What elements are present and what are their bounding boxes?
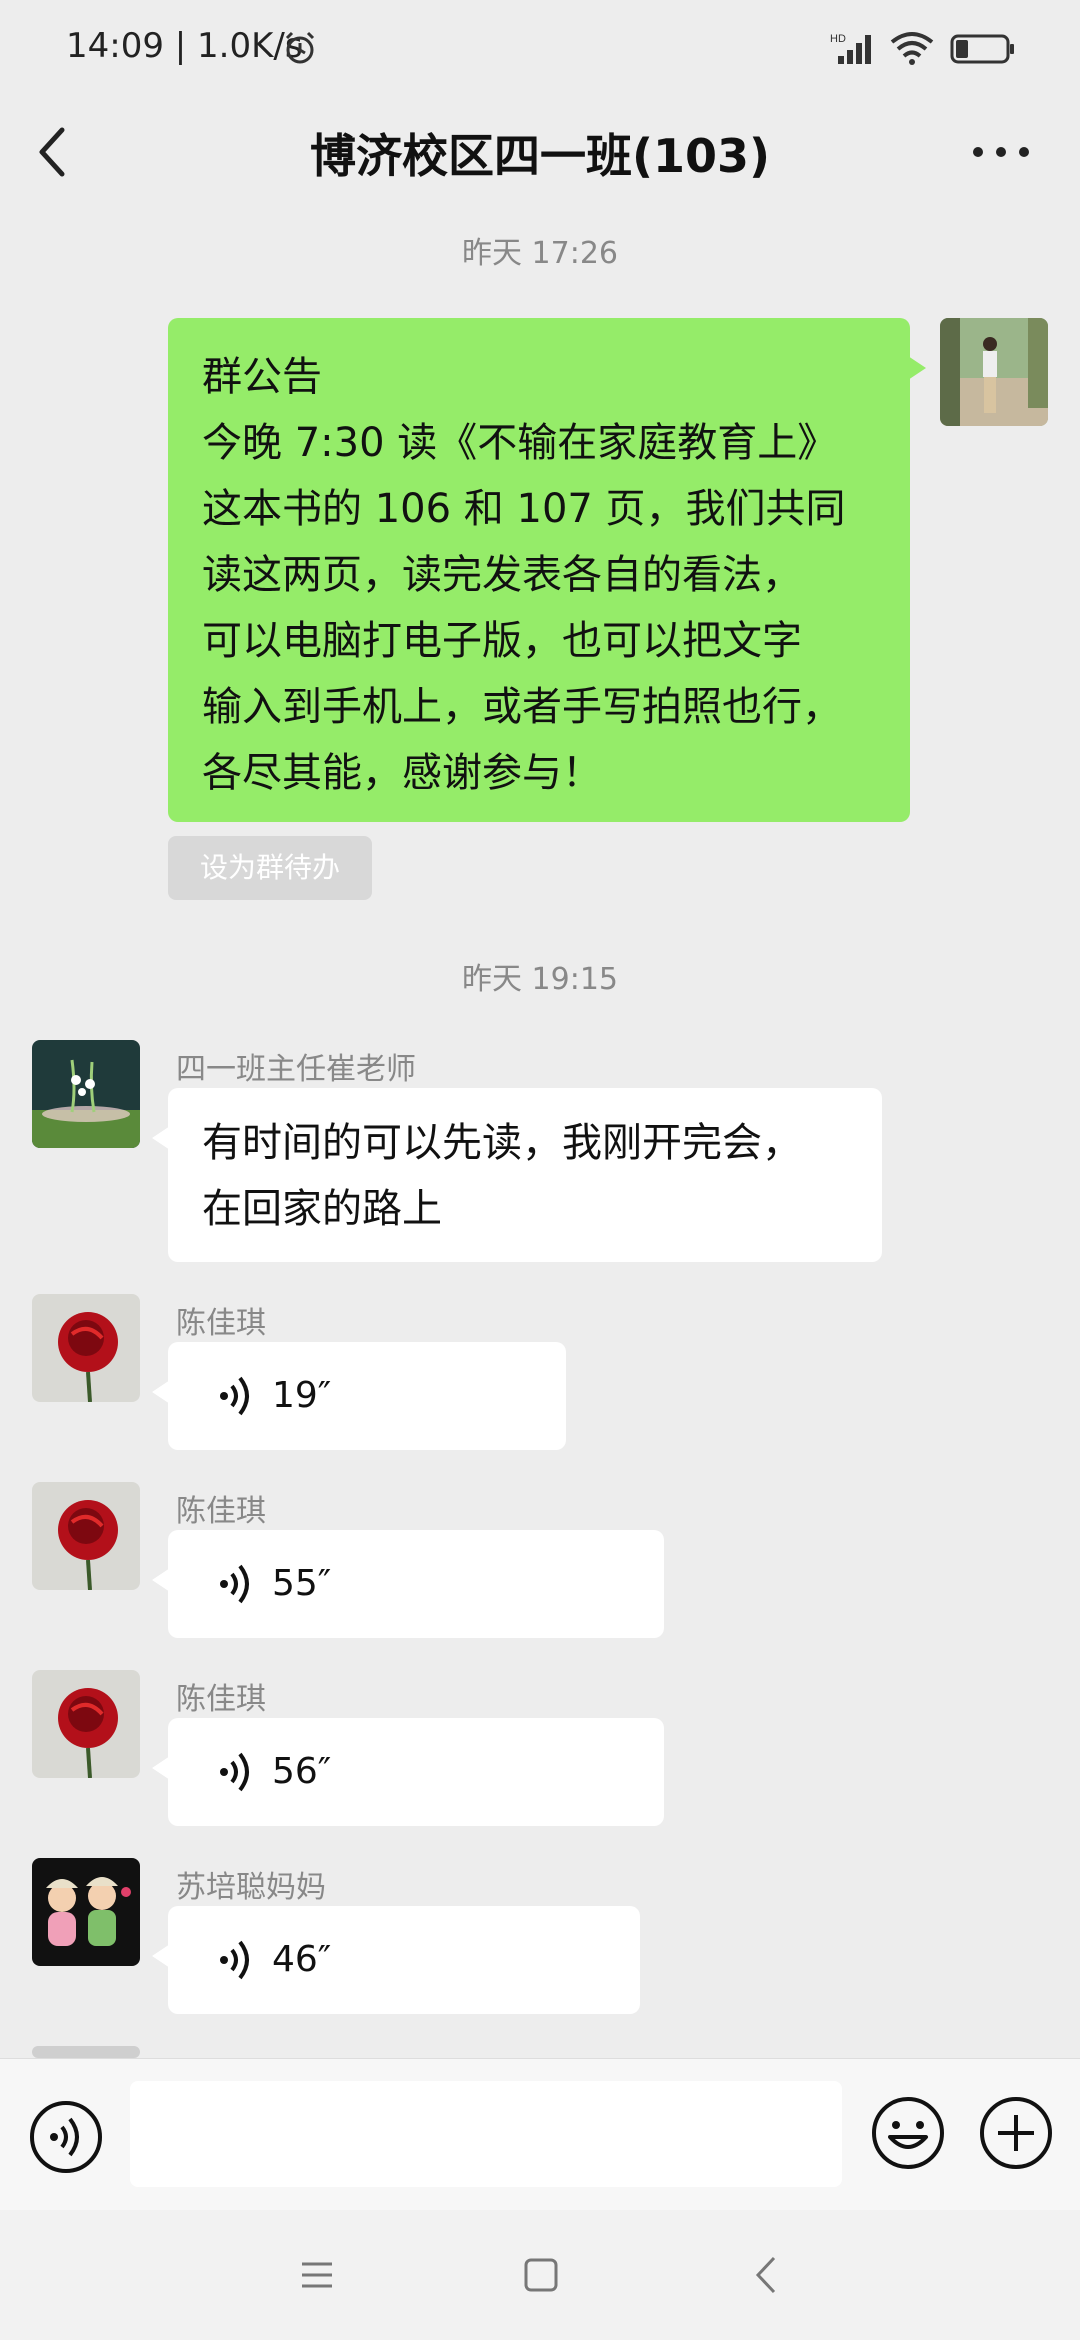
more-icon[interactable]	[966, 122, 1036, 182]
group-notice-bubble[interactable]: 群公告 今晚 7:30 读《不输在家庭教育上》 这本书的 106 和 107 页…	[168, 318, 926, 822]
notice-label: 群公告	[202, 354, 322, 400]
avatar[interactable]	[32, 1670, 140, 1778]
voice-message[interactable]: 56″	[152, 1718, 664, 1826]
voice-icon	[220, 1752, 249, 1792]
voice-message[interactable]: 55″	[152, 1530, 664, 1638]
avatar[interactable]	[32, 1040, 140, 1148]
sender-name: 陈佳琪	[176, 1494, 266, 1529]
message-bubble[interactable]: 有时间的可以先读，我刚开完会， 在回家的路上	[152, 1088, 882, 1262]
signal-icon: HD	[830, 33, 871, 64]
notice-text: 今晚 7:30 读《不输在家庭教育上》 这本书的 106 和 107 页，我们共…	[202, 420, 846, 796]
menu-icon[interactable]	[298, 2256, 336, 2294]
wifi-icon	[890, 32, 934, 65]
sender-name: 四一班主任崔老师	[176, 1052, 416, 1087]
voice-duration: 19″	[272, 1375, 332, 1416]
voice-message[interactable]: 19″	[152, 1342, 566, 1450]
voice-duration: 56″	[272, 1751, 332, 1792]
emoji-icon[interactable]	[870, 2095, 946, 2171]
system-back-icon[interactable]	[752, 2254, 782, 2296]
avatar[interactable]	[32, 1858, 140, 1966]
avatar	[32, 2046, 140, 2058]
home-icon[interactable]	[522, 2256, 560, 2294]
voice-icon	[220, 1940, 249, 1980]
system-nav-bar	[0, 2210, 1080, 2340]
avatar[interactable]	[32, 1294, 140, 1402]
avatar[interactable]	[32, 1482, 140, 1590]
my-avatar[interactable]	[940, 318, 1048, 426]
chat-screen: 14:09 | 1.0K/s HD 博济校区四一班(103) 昨天 17:26 …	[0, 0, 1080, 2340]
timestamp: 昨天 17:26	[462, 236, 618, 271]
voice-icon	[220, 1564, 249, 1604]
input-bar	[0, 2058, 1080, 2210]
voice-message[interactable]: 46″	[152, 1906, 640, 2014]
voice-input-toggle-icon[interactable]	[28, 2099, 104, 2175]
voice-duration: 46″	[272, 1939, 332, 1980]
voice-duration: 55″	[272, 1563, 332, 1604]
network-label: HD	[830, 33, 846, 45]
chat-title: 博济校区四一班(103)	[309, 129, 771, 183]
plus-icon[interactable]	[978, 2095, 1054, 2171]
status-time: 14:09 | 1.0K/s	[66, 26, 303, 66]
message-input[interactable]	[130, 2081, 842, 2187]
sender-name: 陈佳琪	[176, 1306, 266, 1341]
sender-name: 苏培聪妈妈	[176, 1870, 326, 1905]
message-text: 有时间的可以先读，我刚开完会， 在回家的路上	[202, 1120, 802, 1232]
alarm-icon	[285, 31, 315, 64]
nav-bar: 博济校区四一班(103)	[0, 96, 1080, 212]
sender-name: 陈佳琪	[176, 1682, 266, 1717]
battery-icon	[950, 34, 1014, 64]
timestamp: 昨天 19:15	[462, 962, 618, 997]
status-bar: 14:09 | 1.0K/s HD	[0, 0, 1080, 96]
voice-icon	[220, 1376, 249, 1416]
set-todo-button[interactable]: 设为群待办	[168, 836, 372, 900]
